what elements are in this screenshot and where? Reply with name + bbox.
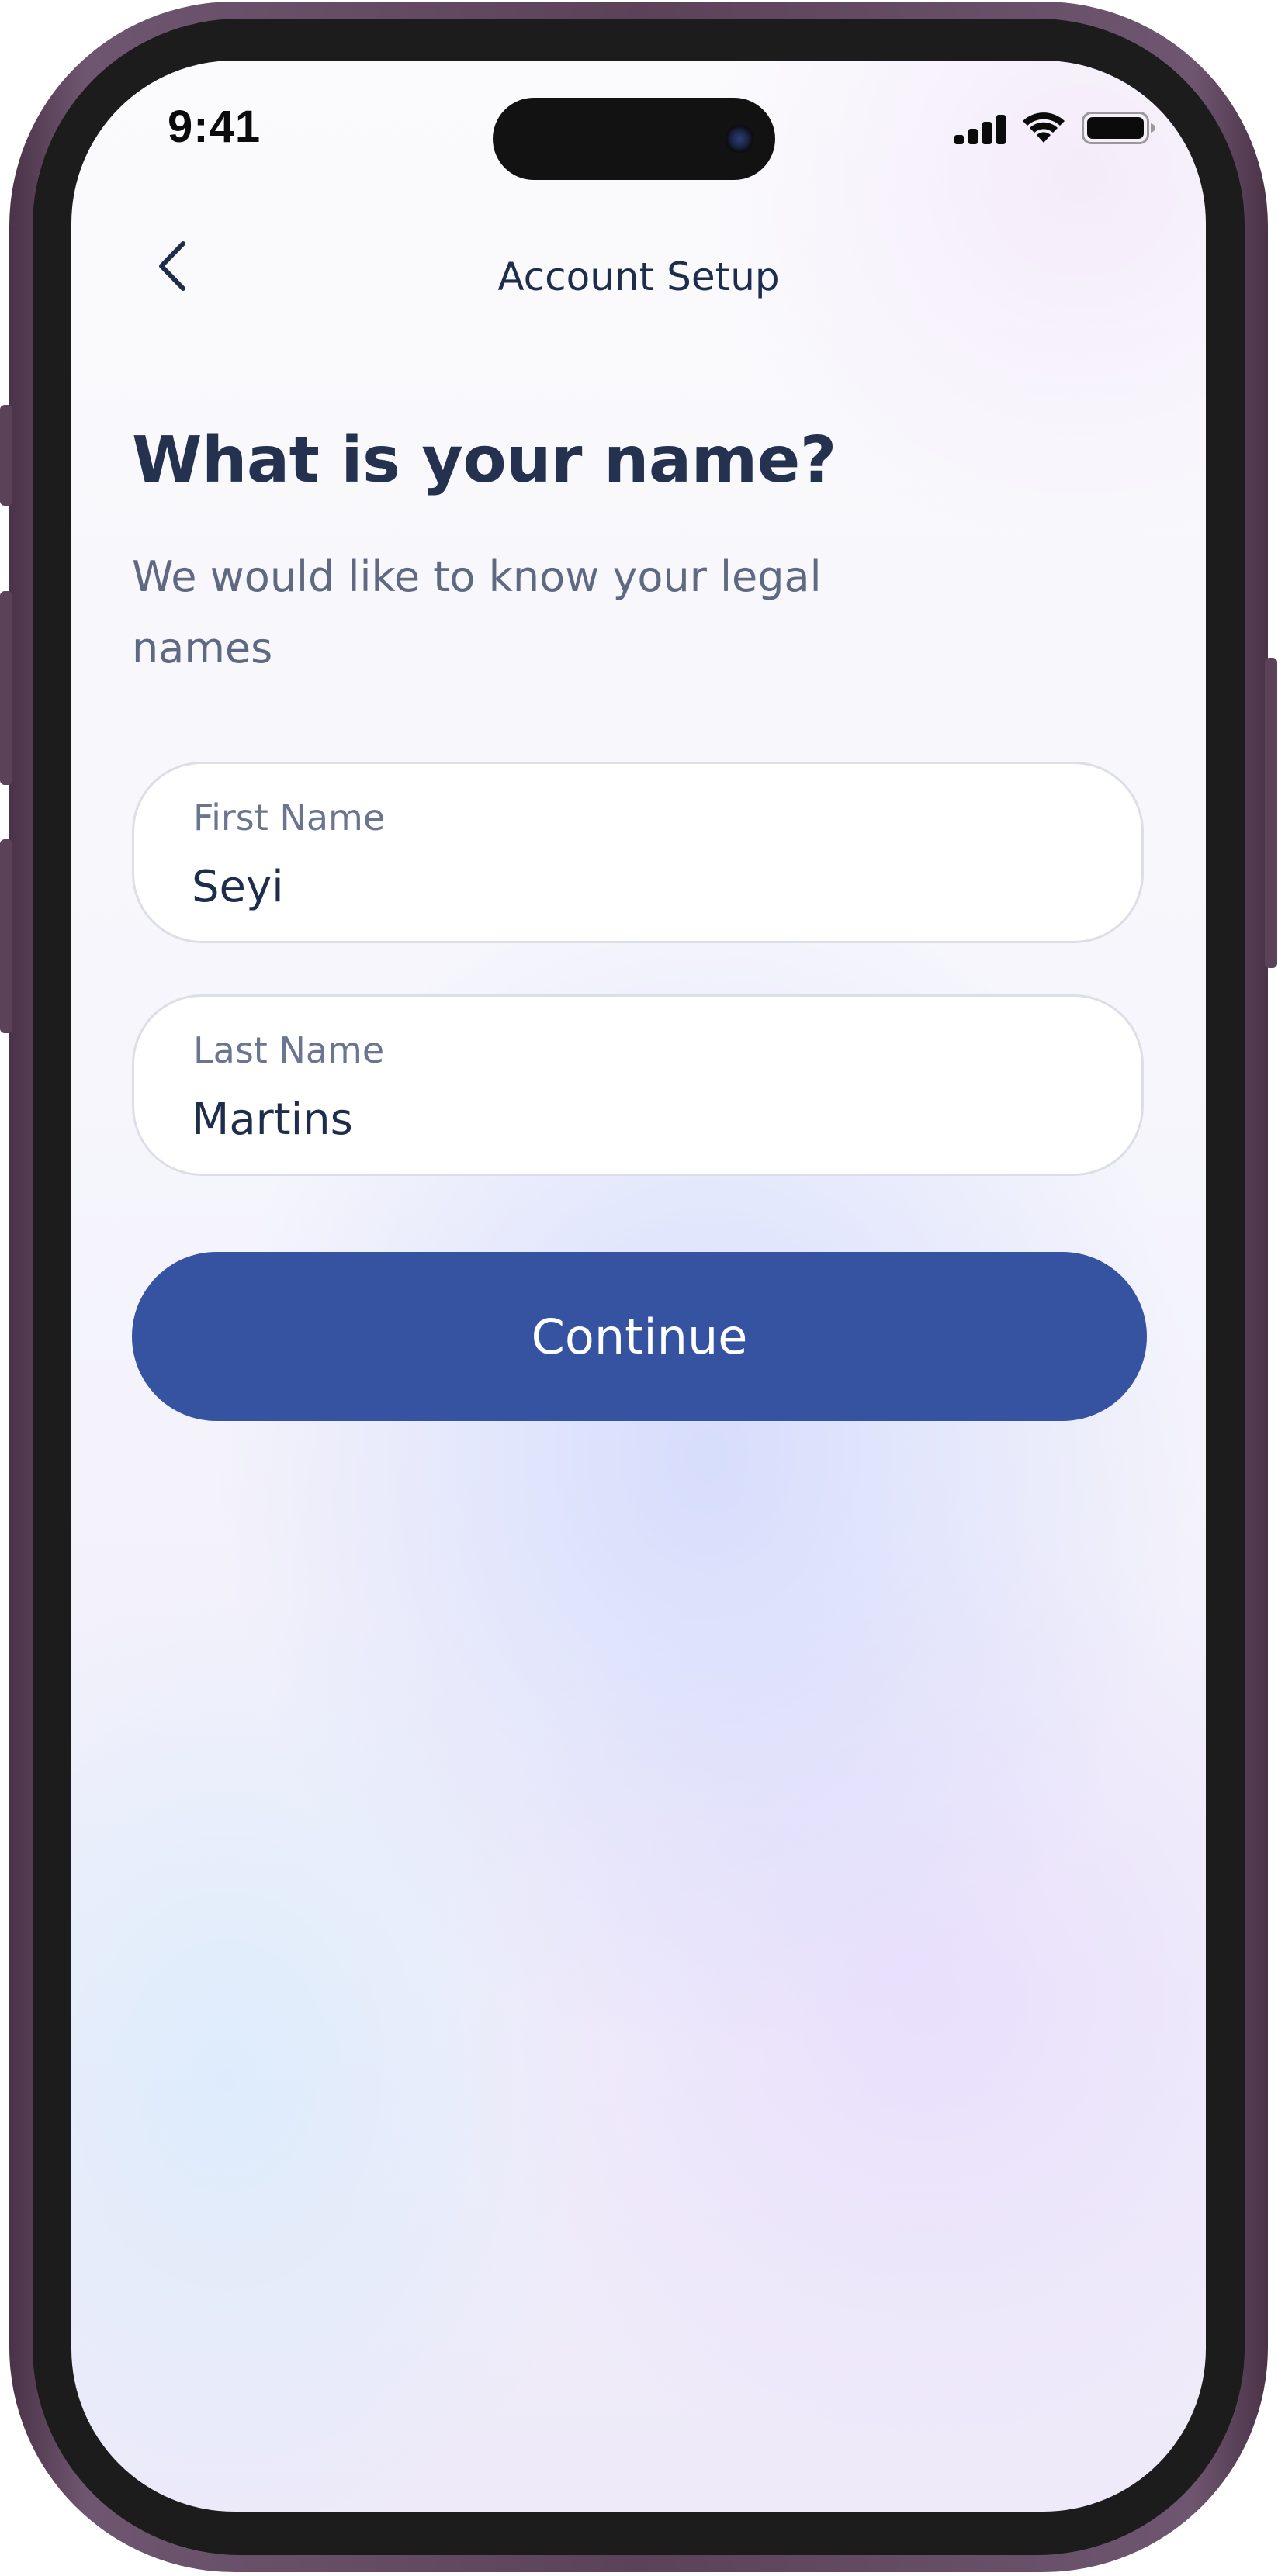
volume-down-button bbox=[0, 839, 12, 1033]
status-time: 9:41 bbox=[168, 102, 261, 152]
nav-bar: Account Setup bbox=[71, 216, 1206, 316]
volume-up-button bbox=[0, 591, 12, 785]
continue-button[interactable]: Continue bbox=[132, 1252, 1147, 1421]
last-name-field[interactable]: Last Name bbox=[132, 994, 1144, 1176]
battery-icon bbox=[1082, 112, 1155, 144]
status-bar: 9:41 bbox=[71, 61, 1206, 185]
app-screen: 9:41 Account Setup What is your name? We… bbox=[71, 61, 1206, 2512]
status-icons bbox=[954, 107, 1172, 146]
front-camera bbox=[726, 125, 753, 153]
first-name-field[interactable]: First Name bbox=[132, 762, 1144, 943]
nav-title: Account Setup bbox=[497, 254, 780, 299]
first-name-label: First Name bbox=[193, 797, 386, 838]
page-title: What is your name? bbox=[132, 424, 836, 497]
dynamic-island bbox=[493, 98, 775, 180]
cellular-signal-icon bbox=[954, 115, 1006, 144]
last-name-input[interactable] bbox=[192, 1088, 1061, 1150]
first-name-input[interactable] bbox=[192, 856, 1061, 918]
page-subtitle: We would like to know your legal names bbox=[132, 552, 822, 673]
action-button bbox=[0, 405, 12, 506]
last-name-label: Last Name bbox=[193, 1029, 385, 1071]
wifi-icon bbox=[1023, 112, 1065, 143]
power-button bbox=[1265, 658, 1277, 968]
